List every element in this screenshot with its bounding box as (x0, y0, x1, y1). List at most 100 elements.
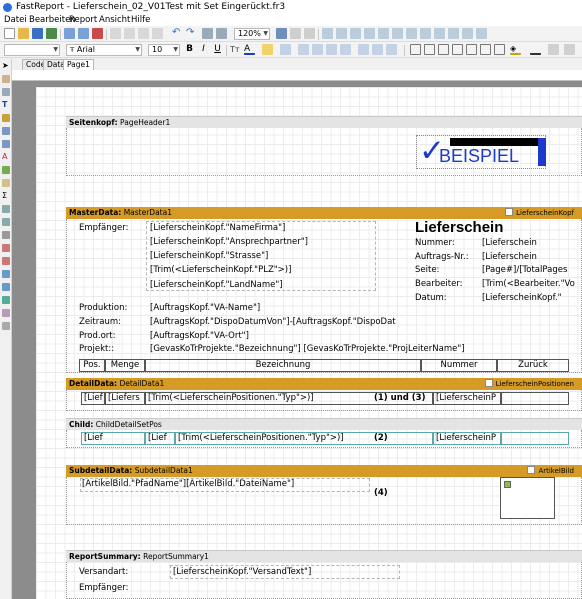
font-size-combo[interactable]: 10 ▼ (148, 44, 180, 56)
strasse-field[interactable]: [LieferscheinKopf."Strasse"] (150, 251, 268, 262)
frame-top-icon[interactable] (410, 44, 421, 55)
chart-icon[interactable] (2, 257, 10, 265)
new-dialog-icon[interactable] (78, 28, 89, 39)
bearbeiter-field[interactable]: [Trim(<Bearbeiter."Vo (482, 279, 575, 290)
child-cell-typ[interactable]: [Trim(<LieferscheinPositionen."Typ">)] (175, 432, 433, 445)
highlight-icon[interactable] (262, 44, 273, 55)
new-page-icon[interactable] (64, 28, 75, 39)
text-tool-icon[interactable]: T (2, 101, 10, 109)
text-bottom-icon[interactable] (386, 44, 397, 55)
summary-band-header[interactable]: ReportSummary: ReportSummary1 (66, 550, 582, 562)
style-combo[interactable]: ▼ (4, 44, 60, 56)
italic-icon[interactable]: I (198, 44, 209, 55)
same-width-icon[interactable] (462, 28, 473, 39)
undo-icon[interactable]: ↶ (172, 28, 183, 39)
master-band-header[interactable]: MasterData: MasterData1 LieferscheinKopf (66, 207, 582, 219)
richtext-icon[interactable] (2, 283, 10, 291)
subreport-icon[interactable] (2, 140, 10, 148)
projekt-label[interactable]: Projekt:: (79, 344, 114, 355)
ansprech-field[interactable]: [LieferscheinKopf."Ansprechpartner"] (150, 237, 308, 248)
produktion-label[interactable]: Produktion: (79, 303, 127, 314)
align-center-icon[interactable] (336, 28, 347, 39)
text-justify-icon[interactable] (340, 44, 351, 55)
barcode-icon[interactable] (2, 231, 10, 239)
datum-label[interactable]: Datum: (415, 293, 447, 304)
prodort-label[interactable]: Prod.ort: (79, 331, 115, 342)
zoom-tool-icon[interactable] (2, 88, 10, 96)
seite-label[interactable]: Seite: (415, 265, 439, 276)
band-tool-icon[interactable] (2, 127, 10, 135)
group-icon[interactable] (202, 28, 213, 39)
format-painter-icon[interactable] (152, 28, 163, 39)
versandart-field[interactable]: [LieferscheinKopf."VersandText"] (173, 567, 311, 578)
artikelbild-picture[interactable] (500, 477, 555, 519)
table-icon[interactable] (2, 309, 10, 317)
rotate-text-icon[interactable] (280, 44, 291, 55)
menu-ansicht[interactable]: Ansicht (99, 14, 130, 26)
redo-icon[interactable]: ↷ (186, 28, 197, 39)
font-name-combo[interactable]: Ŧ Arial ▼ (66, 44, 142, 56)
text-middle-icon[interactable] (372, 44, 383, 55)
align-top-icon[interactable] (378, 28, 389, 39)
child-cell-nummer[interactable]: [LieferscheinP (433, 432, 501, 445)
menu-report[interactable]: Report (69, 14, 97, 26)
hand-tool-icon[interactable] (2, 75, 10, 83)
space-horz-icon[interactable] (434, 28, 445, 39)
align-grid-icon[interactable] (290, 28, 301, 39)
projekt-field[interactable]: [GevasKoTrProjekte."Bezeichnung"] [Gevas… (150, 344, 465, 355)
col-header-pos[interactable]: Pos. (79, 359, 105, 372)
align-right-icon[interactable] (364, 28, 375, 39)
summary-empfaenger-label[interactable]: Empfänger: (79, 583, 128, 594)
text-align-center-icon[interactable] (312, 44, 323, 55)
artikelbild-path-field[interactable]: [ArtikelBild."PfadName"][ArtikelBild."Da… (82, 479, 294, 490)
map-icon[interactable] (2, 296, 10, 304)
col-header-menge[interactable]: Menge (105, 359, 145, 372)
bearbeiter-label[interactable]: Bearbeiter: (415, 279, 463, 290)
paste-icon[interactable] (138, 28, 149, 39)
beispiel-logo[interactable]: ✓ BEISPIEL (416, 134, 546, 169)
space-vert-icon[interactable] (448, 28, 459, 39)
detail-band-header[interactable]: DetailData: DetailData1 LieferscheinPosi… (66, 378, 582, 390)
delete-page-icon[interactable] (92, 28, 103, 39)
nummer-field[interactable]: [Lieferschein (482, 238, 537, 249)
detail-cell-zurueck[interactable] (501, 392, 569, 405)
fill-color-icon[interactable]: ◈ (510, 44, 521, 55)
same-height-icon[interactable] (476, 28, 487, 39)
center-vert-icon[interactable] (406, 28, 417, 39)
more-objects-icon[interactable] (2, 322, 10, 330)
versandart-label[interactable]: Versandart: (79, 567, 128, 578)
text-align-left-icon[interactable] (298, 44, 309, 55)
col-header-bezeichnung[interactable]: Bezeichnung (145, 359, 421, 372)
frame-bottom-icon[interactable] (424, 44, 435, 55)
frame-style-icon[interactable] (548, 44, 559, 55)
detail-cell-nummer[interactable]: [LieferscheinP (433, 392, 501, 405)
col-header-zurueck[interactable]: Zurück (497, 359, 569, 372)
sum-icon[interactable]: Σ (2, 192, 10, 200)
line-icon[interactable] (2, 205, 10, 213)
frame-none-icon[interactable] (480, 44, 491, 55)
child-cell-zurueck[interactable] (501, 432, 569, 445)
fit-grid-icon[interactable] (304, 28, 315, 39)
frame-width-icon[interactable] (564, 44, 575, 55)
prodort-field[interactable]: [AuftragsKopf."VA-Ort"] (150, 331, 249, 342)
detail-cell-menge[interactable]: [Liefers (105, 392, 145, 405)
bold-icon[interactable]: B (184, 44, 195, 55)
save-icon[interactable] (32, 28, 43, 39)
checkbox-icon[interactable] (2, 270, 10, 278)
auftrag-label[interactable]: Auftrags-Nr.: (415, 252, 469, 263)
align-middle-icon[interactable] (392, 28, 403, 39)
plz-field[interactable]: [Trim(<LieferscheinKopf."PLZ">)] (150, 265, 291, 276)
detail-cell-pos[interactable]: [Lief (81, 392, 105, 405)
shadow-icon[interactable] (494, 44, 505, 55)
text-top-icon[interactable] (358, 44, 369, 55)
font-color-icon[interactable]: A (244, 44, 255, 55)
cut-icon[interactable] (110, 28, 121, 39)
ungroup-icon[interactable] (216, 28, 227, 39)
open-folder-icon[interactable] (18, 28, 29, 39)
frame-all-icon[interactable] (466, 44, 477, 55)
memo-icon[interactable]: A (2, 153, 10, 161)
zoom-combo[interactable]: 120% ▼ (234, 28, 270, 40)
nummer-label[interactable]: Nummer: (415, 238, 455, 249)
menu-datei[interactable]: Datei (4, 14, 27, 26)
frame-color-icon[interactable] (530, 44, 541, 55)
